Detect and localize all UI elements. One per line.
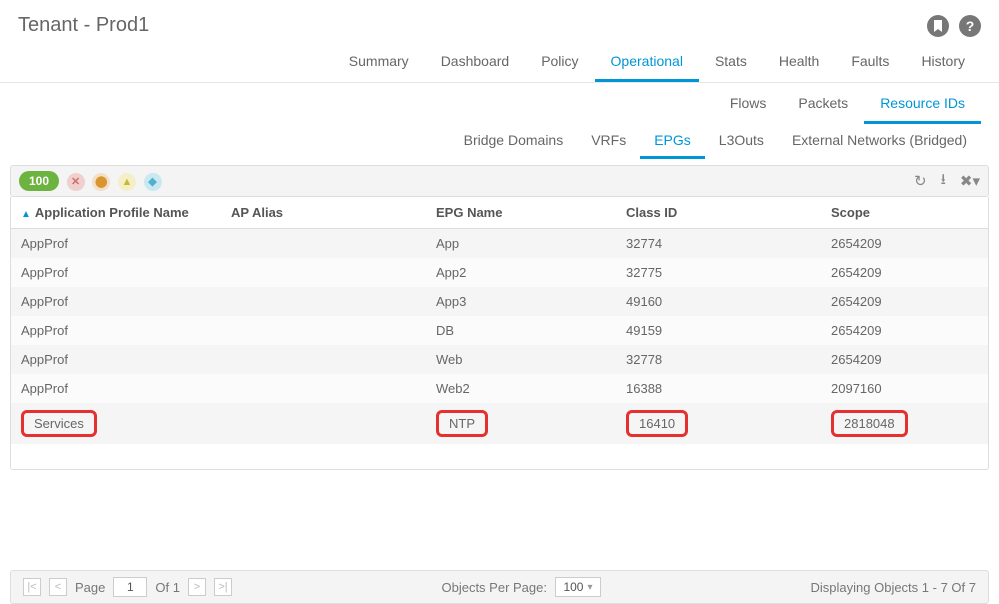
fault-warning-icon[interactable]: ◆ <box>144 173 162 191</box>
cell-cls: 16388 <box>626 381 831 396</box>
subtab-resource-ids[interactable]: Resource IDs <box>864 85 981 124</box>
table-row[interactable]: AppProf App327742654209 <box>11 229 988 258</box>
objects-summary: Displaying Objects 1 - 7 Of 7 <box>811 580 976 595</box>
cell-ap: AppProf <box>21 294 231 309</box>
bookmark-icon[interactable] <box>927 15 949 37</box>
page-next-icon[interactable]: > <box>188 578 206 596</box>
tools-icon[interactable]: ✖▾ <box>960 172 980 190</box>
table-toolbar: 100 ✕ ⬤ ▲ ◆ ↻ ⭳ ✖▾ <box>10 165 989 197</box>
tab-operational[interactable]: Operational <box>595 43 699 82</box>
sstab-external-networks-bridged-[interactable]: External Networks (Bridged) <box>778 126 981 159</box>
tab-history[interactable]: History <box>905 43 981 82</box>
cell-cls: 49159 <box>626 323 831 338</box>
cell-ap: Services <box>21 410 231 437</box>
table-footer: |< < Page Of 1 > >| Objects Per Page: 10… <box>10 570 989 604</box>
subtab-flows[interactable]: Flows <box>714 85 783 124</box>
page-prev-icon[interactable]: < <box>49 578 67 596</box>
cell-scope: 2654209 <box>831 265 978 280</box>
sstab-l3outs[interactable]: L3Outs <box>705 126 778 159</box>
cell-ap: AppProf <box>21 265 231 280</box>
page-last-icon[interactable]: >| <box>214 578 232 596</box>
epg-table: Application Profile Name AP Alias EPG Na… <box>10 197 989 470</box>
cell-scope: 2654209 <box>831 294 978 309</box>
help-icon[interactable]: ? <box>959 15 981 37</box>
col-ap-name[interactable]: Application Profile Name <box>21 205 231 220</box>
cell-cls: 32775 <box>626 265 831 280</box>
cell-ap: AppProf <box>21 236 231 251</box>
fault-critical-icon[interactable]: ✕ <box>67 173 85 191</box>
fault-minor-icon[interactable]: ▲ <box>118 173 136 191</box>
cell-scope: 2654209 <box>831 236 978 251</box>
cell-epg: Web2 <box>436 381 626 396</box>
sstab-vrfs[interactable]: VRFs <box>577 126 640 159</box>
sstab-bridge-domains[interactable]: Bridge Domains <box>450 126 578 159</box>
cell-scope: 2654209 <box>831 323 978 338</box>
table-row[interactable]: AppProf App2327752654209 <box>11 258 988 287</box>
cell-ap: AppProf <box>21 381 231 396</box>
cell-cls: 16410 <box>626 410 831 437</box>
col-class-id[interactable]: Class ID <box>626 205 831 220</box>
cell-epg: Web <box>436 352 626 367</box>
col-ap-alias[interactable]: AP Alias <box>231 205 436 220</box>
page-title: Tenant - Prod1 <box>18 14 149 37</box>
cell-epg: App3 <box>436 294 626 309</box>
tab-faults[interactable]: Faults <box>835 43 905 82</box>
tab-dashboard[interactable]: Dashboard <box>425 43 526 82</box>
page-first-icon[interactable]: |< <box>23 578 41 596</box>
cell-ap: AppProf <box>21 352 231 367</box>
table-header: Application Profile Name AP Alias EPG Na… <box>11 197 988 229</box>
tab-summary[interactable]: Summary <box>333 43 425 82</box>
tab-policy[interactable]: Policy <box>525 43 594 82</box>
cell-ap: AppProf <box>21 323 231 338</box>
health-badge: 100 <box>19 171 59 191</box>
cell-cls: 32778 <box>626 352 831 367</box>
opp-select[interactable]: 100 <box>555 577 601 597</box>
table-row[interactable]: AppProf Web2163882097160 <box>11 374 988 403</box>
cell-scope: 2818048 <box>831 410 978 437</box>
refresh-icon[interactable]: ↻ <box>914 172 927 190</box>
page-label: Page <box>75 580 105 595</box>
page-of-label: Of 1 <box>155 580 180 595</box>
cell-epg: App <box>436 236 626 251</box>
table-row[interactable]: AppProf DB491592654209 <box>11 316 988 345</box>
download-icon[interactable]: ⭳ <box>941 169 946 194</box>
cell-epg: NTP <box>436 410 626 437</box>
cell-cls: 32774 <box>626 236 831 251</box>
fault-major-icon[interactable]: ⬤ <box>92 173 110 191</box>
cell-scope: 2097160 <box>831 381 978 396</box>
opp-label: Objects Per Page: <box>441 580 547 595</box>
col-scope[interactable]: Scope <box>831 205 978 220</box>
table-row[interactable]: AppProf App3491602654209 <box>11 287 988 316</box>
cell-epg: DB <box>436 323 626 338</box>
table-row[interactable]: AppProf Web327782654209 <box>11 345 988 374</box>
subtab-packets[interactable]: Packets <box>782 85 864 124</box>
cell-scope: 2654209 <box>831 352 978 367</box>
page-input[interactable] <box>113 577 147 597</box>
col-epg-name[interactable]: EPG Name <box>436 205 626 220</box>
cell-epg: App2 <box>436 265 626 280</box>
tab-stats[interactable]: Stats <box>699 43 763 82</box>
cell-cls: 49160 <box>626 294 831 309</box>
table-row[interactable]: Services NTP164102818048 <box>11 403 988 444</box>
sstab-epgs[interactable]: EPGs <box>640 126 705 159</box>
tab-health[interactable]: Health <box>763 43 835 82</box>
